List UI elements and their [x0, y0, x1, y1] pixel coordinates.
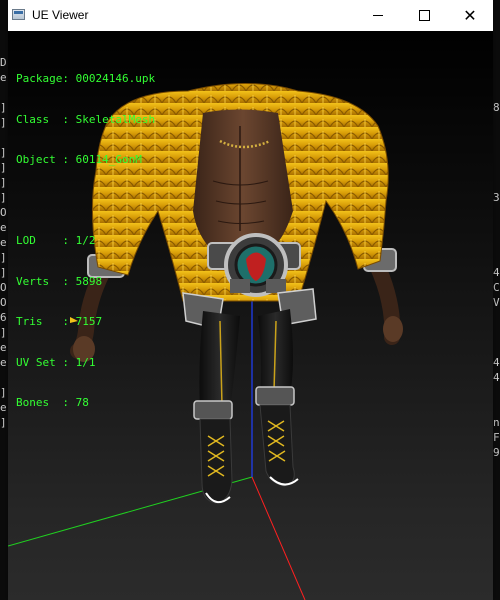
background-console-char: ]	[0, 266, 7, 279]
class-value: SkeletalMesh	[75, 112, 156, 126]
background-console-char	[493, 145, 500, 160]
package-label: Package:	[16, 72, 69, 85]
info-row-verts: Verts : 5898	[16, 275, 155, 289]
background-console-char	[0, 130, 8, 145]
background-console-char: ]	[0, 146, 7, 159]
background-console-char: e	[0, 356, 7, 369]
info-row-class: Class : SkeletalMesh	[16, 113, 155, 127]
background-console-char	[493, 385, 500, 400]
uvset-label: UV Set :	[16, 355, 69, 369]
ue-viewer-window[interactable]: UE Viewer ✕ Package: 00024146.upk Class …	[8, 0, 493, 600]
info-row-bones: Bones : 78	[16, 396, 155, 410]
background-console-char: e	[0, 341, 7, 354]
background-console-left-edge: De]]]]]] Oe e]] O O 6] e e] e]	[0, 55, 8, 430]
tris-value: 7157	[75, 315, 103, 328]
class-label: Class :	[16, 112, 69, 126]
background-console-char	[493, 160, 500, 175]
background-console-char: e	[0, 236, 7, 249]
background-console-char	[493, 220, 500, 235]
close-icon: ✕	[463, 5, 477, 25]
verts-value: 5898	[75, 274, 103, 288]
background-console-char: ]	[0, 101, 7, 114]
background-console-char: ]	[0, 326, 7, 339]
info-row-object: Object : 60114_GonM	[16, 153, 155, 167]
background-console-char	[493, 175, 500, 190]
background-console-char: O	[0, 296, 7, 309]
background-console-char: O	[0, 206, 7, 219]
tris-label: Tris :	[16, 315, 69, 328]
background-console-char	[493, 475, 500, 490]
verts-label: Verts :	[16, 274, 69, 288]
background-console-char	[493, 205, 500, 220]
background-console-char: 9	[493, 446, 500, 459]
background-console-char	[0, 370, 8, 385]
background-console-char: 3	[493, 191, 500, 204]
background-console-right-edge: 8 3 4 CV 4 4 nF 9	[493, 55, 500, 490]
axis-x-line	[251, 476, 306, 600]
minimize-icon	[373, 15, 383, 16]
info-row-lod: LOD : 1/2	[16, 234, 155, 248]
background-console-char: ]	[0, 161, 7, 174]
object-value: 60114_GonM	[75, 153, 142, 166]
background-console-char: 4	[493, 371, 500, 384]
3d-viewport[interactable]: Package: 00024146.upk Class : SkeletalMe…	[8, 31, 493, 600]
bones-value: 78	[75, 396, 89, 409]
maximize-button[interactable]	[401, 0, 447, 31]
background-console-char	[493, 70, 500, 85]
window-title: UE Viewer	[32, 8, 89, 22]
background-console-char	[493, 325, 500, 340]
package-value: 00024146.upk	[75, 72, 156, 85]
background-console-char: O	[0, 281, 7, 294]
background-console-char	[493, 250, 500, 265]
background-console-char: 4	[493, 266, 500, 279]
background-console-char: ]	[0, 386, 7, 399]
background-console-char: ]	[0, 116, 7, 129]
background-console-char	[493, 400, 500, 415]
bones-label: Bones :	[16, 396, 69, 409]
background-console-char: C	[493, 281, 500, 294]
background-console-char	[493, 235, 500, 250]
close-button[interactable]: ✕	[447, 0, 493, 31]
background-console-char	[0, 85, 8, 100]
background-console-char: n	[493, 416, 500, 429]
background-console-char: 4	[493, 356, 500, 369]
info-row-uvset: UV Set : 1/1	[16, 356, 155, 370]
background-console-char: F	[493, 431, 500, 444]
lod-label: LOD :	[16, 234, 69, 247]
background-console-char: e	[0, 71, 7, 84]
object-label: Object :	[16, 153, 69, 166]
background-console-char: 6	[0, 311, 7, 324]
title-bar[interactable]: UE Viewer ✕	[8, 0, 493, 31]
minimize-button[interactable]	[355, 0, 401, 31]
app-window-icon	[12, 9, 25, 20]
background-console-char	[493, 115, 500, 130]
background-console-char: 8	[493, 101, 500, 114]
maximize-icon	[418, 10, 430, 21]
info-row-package: Package: 00024146.upk	[16, 72, 155, 86]
background-console-char	[493, 460, 500, 475]
background-console-char: ]	[0, 251, 7, 264]
info-row-tris: Tris : 7157	[16, 315, 155, 329]
background-console-char: e	[0, 401, 7, 414]
uvset-value: 1/1	[75, 355, 96, 369]
background-console-char: e	[0, 221, 7, 234]
background-console-char: ]	[0, 416, 7, 429]
background-console-char: ]	[0, 191, 7, 204]
background-console-char	[493, 85, 500, 100]
background-console-char: ]	[0, 176, 7, 189]
lod-value: 1/2	[75, 234, 96, 247]
background-console-char	[493, 310, 500, 325]
background-console-char: D	[0, 56, 7, 69]
background-console-char	[493, 130, 500, 145]
background-console-char	[493, 340, 500, 355]
background-console-char	[493, 55, 500, 70]
model-info-overlay: Package: 00024146.upk Class : SkeletalMe…	[16, 45, 155, 437]
background-console-char: V	[493, 296, 500, 309]
